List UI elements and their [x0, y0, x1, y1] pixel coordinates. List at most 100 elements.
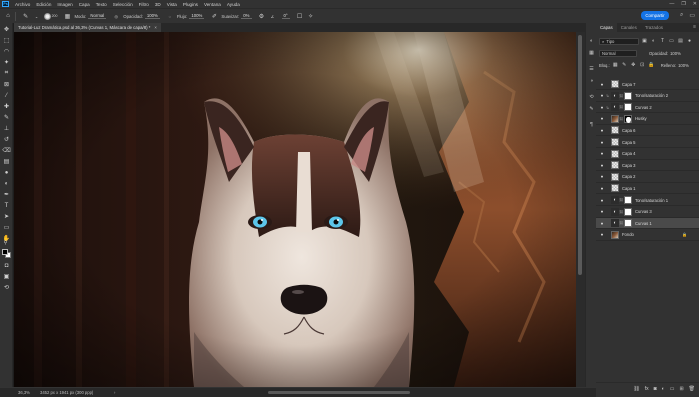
layer-name[interactable]: Capa 2 [622, 174, 636, 179]
filter-adjustment-icon[interactable]: ◐ [650, 38, 657, 44]
dodge-tool-icon[interactable]: ◐ [2, 179, 11, 188]
mask-link-icon[interactable]: ⛓ [619, 221, 623, 225]
visibility-eye-icon[interactable]: ● [598, 209, 606, 214]
angle-value[interactable]: 0° [281, 13, 290, 19]
visibility-eye-icon[interactable]: ● [598, 140, 606, 145]
layer-name[interactable]: Tono/saturación 1 [635, 198, 668, 203]
menu-3d[interactable]: 3D [152, 2, 164, 7]
visibility-eye-icon[interactable]: ● [598, 174, 606, 179]
filter-smart-icon[interactable]: ▤ [677, 38, 684, 44]
new-group-icon[interactable]: ▭ [670, 386, 675, 392]
vertical-scroll-thumb[interactable] [578, 35, 582, 275]
layer-name[interactable]: Fondo [622, 232, 634, 237]
visibility-eye-icon[interactable]: ● [598, 128, 606, 133]
layer-style-icon[interactable]: fx [645, 386, 649, 392]
properties-panel-icon[interactable]: ☰ [588, 65, 595, 72]
visibility-eye-icon[interactable]: ● [598, 93, 606, 98]
quick-mask-icon[interactable]: ◘ [2, 261, 11, 270]
horizontal-scroll-thumb[interactable] [268, 391, 410, 394]
adjustment-layer-icon[interactable]: ◐ [611, 207, 619, 216]
new-adjustment-icon[interactable]: ◐ [662, 386, 665, 392]
home-icon[interactable]: ⌂ [4, 12, 12, 20]
layer-row[interactable]: ● ⛓ Husky [596, 114, 699, 125]
menu-edicion[interactable]: Edición [33, 2, 54, 7]
lock-all-icon[interactable]: 🔒 [648, 62, 655, 68]
lock-artboard-icon[interactable]: ⊡ [639, 62, 646, 68]
quick-selection-tool-icon[interactable]: ✦ [2, 58, 11, 67]
pen-tool-icon[interactable]: ✒ [2, 190, 11, 199]
layer-thumbnail[interactable] [611, 230, 619, 239]
visibility-eye-icon[interactable]: ● [598, 116, 606, 121]
menu-ayuda[interactable]: Ayuda [224, 2, 243, 7]
layer-mask-thumbnail[interactable] [624, 114, 632, 123]
menu-imagen[interactable]: Imagen [54, 2, 75, 7]
workspace-icon[interactable]: ▭ [689, 12, 695, 19]
type-tool-icon[interactable]: T [2, 201, 11, 210]
menu-filtro[interactable]: Filtro [136, 2, 152, 7]
screen-mode-icon[interactable]: ▣ [2, 272, 11, 281]
layer-fill-value[interactable]: 100% [678, 63, 689, 68]
layer-name[interactable]: Tono/saturación 2 [635, 93, 668, 98]
status-arrow-icon[interactable]: › [110, 390, 119, 395]
clone-stamp-tool-icon[interactable]: ⊥ [2, 124, 11, 133]
crop-tool-icon[interactable]: ⌗ [2, 69, 11, 78]
visibility-eye-icon[interactable]: ● [598, 105, 606, 110]
layer-opacity-value[interactable]: 100% [670, 51, 681, 56]
maximize-button[interactable]: ❐ [681, 1, 685, 7]
path-selection-tool-icon[interactable]: ➤ [2, 212, 11, 221]
flow-value[interactable]: 100% [189, 13, 205, 19]
layer-name[interactable]: Capa 7 [622, 82, 636, 87]
frame-tool-icon[interactable]: ⊠ [2, 80, 11, 89]
history-brush-tool-icon[interactable]: ↺ [2, 135, 11, 144]
layer-thumbnail[interactable] [611, 149, 619, 158]
visibility-eye-icon[interactable]: ● [598, 151, 606, 156]
paragraph-panel-icon[interactable]: ¶ [588, 121, 595, 128]
layer-thumbnail[interactable] [611, 138, 619, 146]
layer-name[interactable]: Capa 6 [622, 128, 636, 133]
opacity-pressure-icon[interactable]: ◎ [112, 12, 120, 20]
lock-transparency-icon[interactable]: ▦ [612, 62, 619, 68]
chevron-down-icon[interactable]: ⌄ [33, 12, 41, 20]
marquee-tool-icon[interactable]: ⬚ [2, 36, 11, 45]
layer-row[interactable]: ● ↳ ◐ ⛓ Tono/saturación 2 [596, 91, 699, 102]
layer-name[interactable]: Curvas 3 [635, 209, 652, 214]
layer-name[interactable]: Curvas 2 [635, 105, 652, 110]
visibility-eye-icon[interactable]: ● [598, 186, 606, 191]
menu-seleccion[interactable]: Selección [110, 2, 136, 7]
close-window-button[interactable]: ✕ [693, 1, 697, 7]
layer-row[interactable]: ● Capa 1 [596, 183, 699, 195]
layer-mask-thumbnail[interactable] [624, 219, 632, 228]
eraser-tool-icon[interactable]: ⌫ [2, 146, 11, 155]
opacity-control[interactable]: ◎ Opacidad: 100% [112, 12, 160, 20]
adjustment-layer-icon[interactable]: ◐ [611, 219, 619, 228]
symmetry-icon[interactable]: ☐ [296, 12, 304, 20]
airbrush-icon[interactable]: ◌ [166, 12, 174, 20]
move-tool-icon[interactable]: ✥ [2, 25, 11, 34]
healing-brush-tool-icon[interactable]: ✚ [2, 102, 11, 111]
zoom-level[interactable]: 36,3% [0, 390, 40, 395]
visibility-eye-icon[interactable]: ● [598, 82, 606, 87]
mask-link-icon[interactable]: ⛓ [619, 105, 623, 109]
mask-link-icon[interactable]: ⛓ [619, 198, 623, 202]
tab-canales[interactable]: Canales [617, 23, 641, 32]
layer-thumbnail[interactable] [611, 161, 619, 170]
mode-select[interactable]: Modo: Normal [74, 13, 107, 19]
brush-tool-icon[interactable]: ✎ [22, 12, 30, 20]
adjustment-layer-icon[interactable]: ◐ [611, 91, 619, 100]
layer-row[interactable]: ● Capa 6 [596, 125, 699, 137]
document-canvas[interactable] [14, 32, 576, 387]
blend-mode-select[interactable]: Normal [599, 49, 637, 57]
lock-position-icon[interactable]: ✥ [630, 62, 637, 68]
layer-mask-thumbnail[interactable] [624, 207, 632, 216]
brush-tool-icon[interactable]: ✎ [2, 113, 11, 122]
butterfly-icon[interactable]: ✧ [307, 12, 315, 20]
layer-row[interactable]: ● ◐ ⛓ Curvas 1 [596, 218, 699, 230]
layer-thumbnail[interactable] [611, 184, 619, 193]
foreground-color-swatch[interactable] [2, 249, 8, 255]
layer-row[interactable]: ● Capa 4 [596, 149, 699, 160]
share-button[interactable]: Compartir [641, 11, 669, 20]
flow-control[interactable]: ◌ Flujo: 100% [166, 12, 205, 20]
layer-row[interactable]: ● Capa 5 [596, 137, 699, 148]
pressure-size-icon[interactable]: ✐ [210, 12, 218, 20]
document-tab[interactable]: Tutorial-Luz Dramática.psd al 36,3% (Cur… [14, 23, 161, 32]
